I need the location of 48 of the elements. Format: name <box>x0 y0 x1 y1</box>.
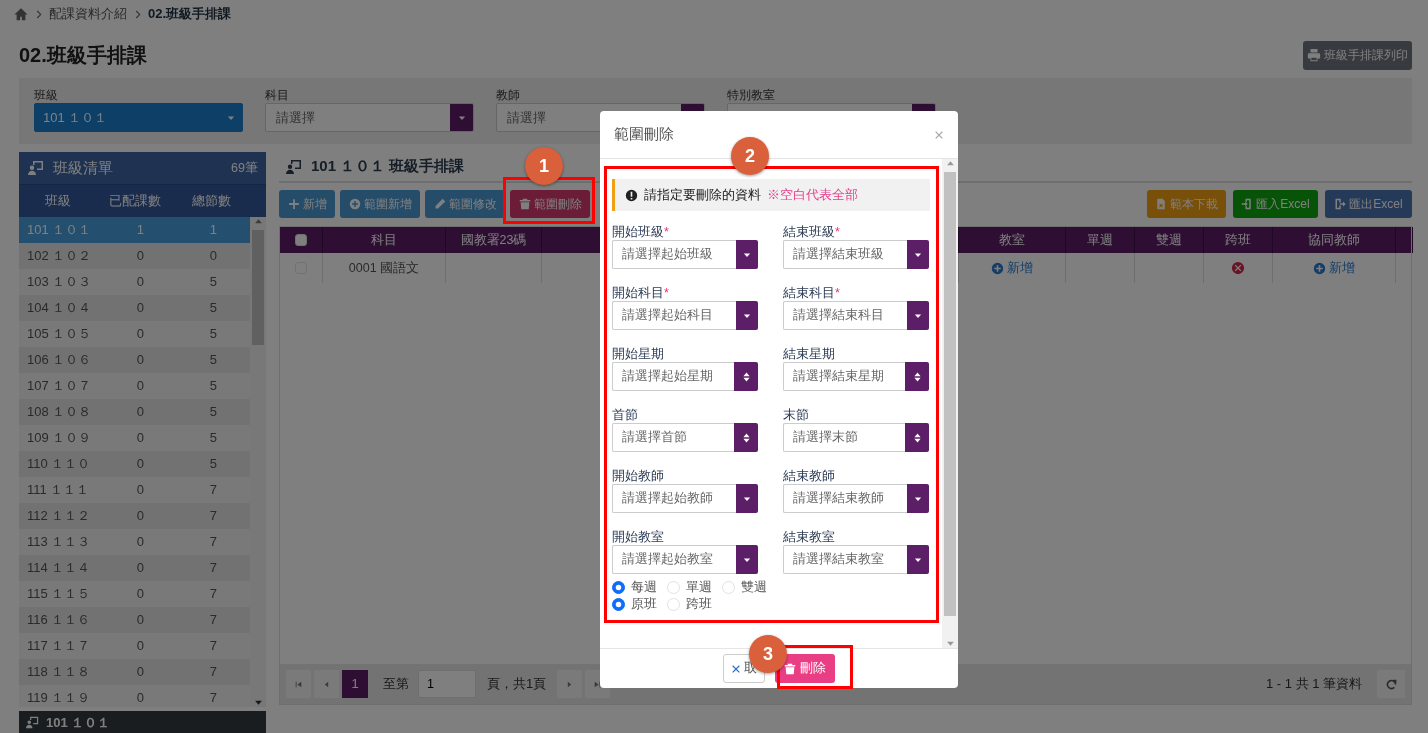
column-header: 已配課數 <box>107 192 162 210</box>
field-label: 科目 <box>265 87 290 103</box>
field-label: 結束班級 <box>783 225 835 239</box>
radio-label: 跨班 <box>686 596 712 614</box>
field-label: 開始教室 <box>612 530 664 544</box>
field-label: 開始教師 <box>612 469 664 483</box>
radio-label: 原班 <box>631 596 657 614</box>
list-title: 班級清單 <box>53 157 113 178</box>
field-label: 結束科目 <box>783 286 835 300</box>
required-mark: * <box>664 286 669 300</box>
radio-label: 每週 <box>631 579 657 597</box>
breadcrumb-current: 02.班級手排課 <box>148 5 232 24</box>
required-mark: * <box>835 225 840 239</box>
selected-class-label: 101 １０１ <box>46 713 111 732</box>
column-header: 國教署23碼 <box>460 231 527 249</box>
record-count: 69筆 <box>231 159 258 177</box>
column-header: 科目 <box>371 231 397 249</box>
field-label: 開始班級 <box>612 225 664 239</box>
column-header: 協同教師 <box>1308 231 1360 249</box>
column-header: 雙週 <box>1156 231 1182 249</box>
notice-text: 請指定要刪除的資料 <box>644 186 761 204</box>
field-label: 教師 <box>496 87 521 103</box>
field-label: 結束教師 <box>783 469 835 483</box>
required-mark: * <box>664 225 669 239</box>
field-label: 結束教室 <box>783 530 835 544</box>
table-cell-text: 0001 國語文 <box>348 259 420 277</box>
goto-label: 至第 <box>383 675 409 694</box>
field-label: 開始科目 <box>612 286 664 300</box>
column-header: 單週 <box>1087 231 1113 249</box>
record-summary: 1 - 1 共 1 筆資料 <box>1265 675 1362 694</box>
field-label: 末節 <box>783 408 809 422</box>
column-header: 班級 <box>43 192 72 210</box>
required-mark: * <box>835 286 840 300</box>
radio-label: 雙週 <box>741 579 767 597</box>
section-title: 101 １０１ 班級手排課 <box>311 156 465 177</box>
field-label: 首節 <box>612 408 638 422</box>
column-header: 跨班 <box>1225 231 1251 249</box>
field-label: 班級 <box>34 87 59 103</box>
column-header: 總節數 <box>191 192 232 210</box>
radio-label: 單週 <box>686 579 712 597</box>
page-title: 02.班級手排課 <box>19 43 147 67</box>
field-label: 開始星期 <box>612 347 664 361</box>
page-total: 頁，共1頁 <box>487 675 547 694</box>
field-label: 特別教室 <box>727 87 776 103</box>
notice-hint: ※空白代表全部 <box>767 186 858 204</box>
column-header: 教室 <box>999 231 1025 249</box>
step-number-tooltip: 1 <box>525 147 563 185</box>
field-label: 結束星期 <box>783 347 835 361</box>
